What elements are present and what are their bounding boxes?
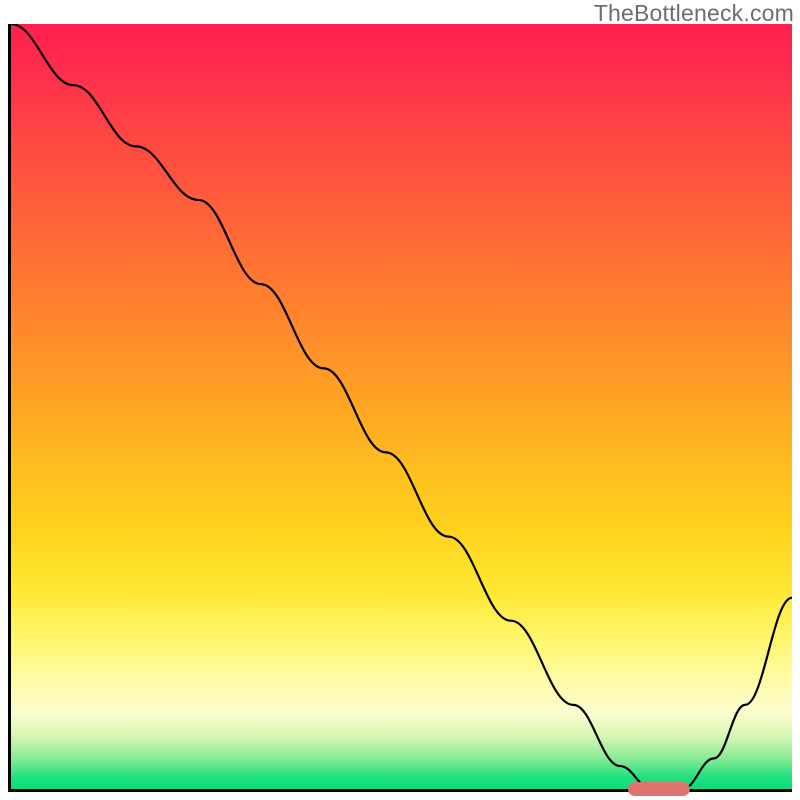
optimum-range-marker — [628, 782, 690, 796]
chart-curve-svg — [11, 24, 792, 789]
watermark-text: TheBottleneck.com — [594, 0, 794, 27]
chart-plot-area — [8, 24, 792, 792]
bottleneck-curve — [11, 24, 792, 789]
